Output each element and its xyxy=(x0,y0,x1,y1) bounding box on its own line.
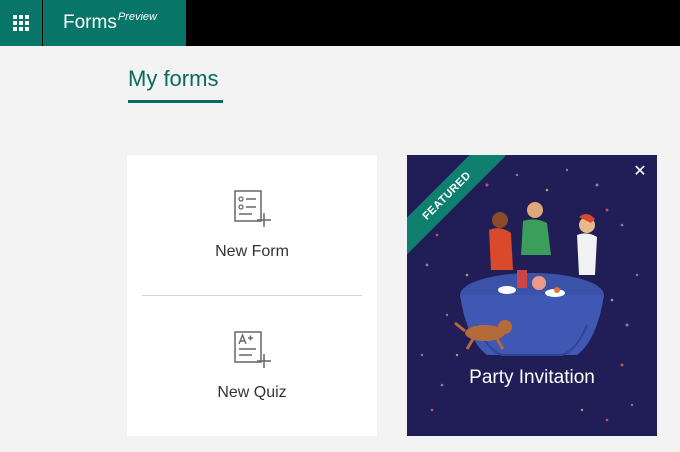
featured-ribbon: FEATURED xyxy=(407,155,517,265)
new-quiz-label: New Quiz xyxy=(217,384,287,401)
quiz-add-icon xyxy=(234,331,271,368)
featured-ribbon-label: FEATURED xyxy=(407,155,506,255)
app-name: Forms xyxy=(63,12,117,33)
featured-template-card[interactable]: FEATURED ✕ Party Invitation xyxy=(407,155,657,436)
app-brand[interactable]: Forms Preview xyxy=(43,0,186,46)
preview-badge: Preview xyxy=(117,11,157,23)
close-icon[interactable]: ✕ xyxy=(631,163,649,181)
form-list-add-icon xyxy=(234,190,271,227)
new-form-label: New Form xyxy=(215,243,289,260)
new-form-button[interactable]: New Form xyxy=(127,155,377,295)
featured-title: Party Invitation xyxy=(469,367,595,388)
page-title-underline xyxy=(128,100,223,103)
new-quiz-button[interactable]: New Quiz xyxy=(127,296,377,436)
app-launcher-button[interactable] xyxy=(0,0,42,46)
waffle-icon xyxy=(13,15,29,31)
create-card: New Form New Quiz xyxy=(127,155,377,436)
page-title: My forms xyxy=(128,66,219,91)
top-bar: Forms Preview xyxy=(0,0,680,46)
